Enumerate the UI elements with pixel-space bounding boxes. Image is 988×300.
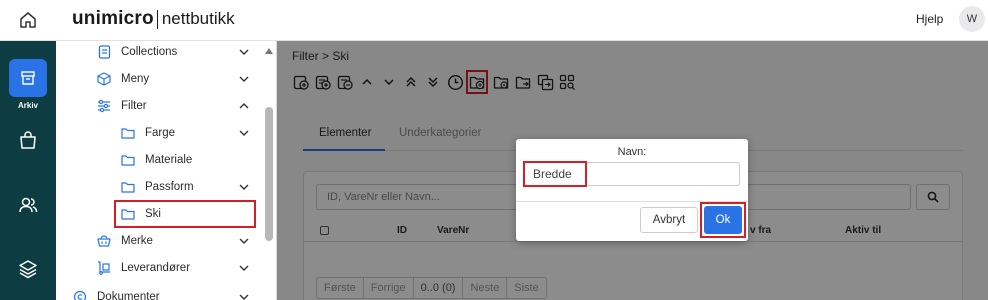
sidebar-item-merke[interactable]: Merke <box>96 230 153 252</box>
users-icon <box>19 197 38 213</box>
document-icon <box>96 44 112 60</box>
sidebar-item-materiale[interactable]: Materiale <box>120 149 192 171</box>
chevron-down-icon[interactable] <box>238 181 250 193</box>
sidebar-item-label: Farge <box>145 127 176 139</box>
sliders-icon <box>96 98 112 114</box>
sidebar-item-dokumenter[interactable]: Dokumenter <box>72 286 160 300</box>
sidebar-item-label: Merke <box>121 235 153 247</box>
sidebar-tree: Collections Meny Filter Farge Materiale … <box>56 41 277 300</box>
chevron-down-icon[interactable] <box>238 262 250 274</box>
rail-item-arkiv[interactable]: Arkiv <box>0 59 56 110</box>
shopping-bag-icon <box>20 131 36 149</box>
sidebar-item-label: Meny <box>121 73 150 85</box>
logo-sub-text: nettbutikk <box>161 9 235 28</box>
sidebar-item-label: Passform <box>145 181 194 193</box>
chevron-down-icon[interactable] <box>238 73 250 85</box>
folder-icon <box>120 179 136 195</box>
logo-main-text: unimicro <box>72 8 154 29</box>
new-folder-dialog: Navn: Bredde Avbryt Ok <box>516 139 748 241</box>
name-field-label: Navn: <box>617 146 647 158</box>
sidebar-item-farge[interactable]: Farge <box>120 122 175 144</box>
home-icon <box>20 12 36 28</box>
copyright-icon <box>72 289 88 300</box>
cancel-button[interactable]: Avbryt <box>640 207 698 233</box>
sidebar-item-label: Leverandører <box>121 262 191 274</box>
scroll-up-icon[interactable] <box>264 46 274 56</box>
main-nav-rail: Arkiv <box>0 41 56 300</box>
rail-item-label: Arkiv <box>17 101 38 110</box>
layers-icon <box>19 260 37 279</box>
archive-icon <box>21 71 35 85</box>
chevron-down-icon[interactable] <box>238 291 250 300</box>
rail-item-users[interactable] <box>0 194 56 216</box>
home-button[interactable] <box>15 7 41 33</box>
sidebar-item-label: Collections <box>121 46 178 58</box>
sidebar-item-meny[interactable]: Meny <box>96 68 149 90</box>
chevron-down-icon[interactable] <box>238 46 250 58</box>
scrollbar-thumb[interactable] <box>265 107 273 241</box>
rail-item-layers[interactable] <box>0 258 56 280</box>
chevron-up-icon[interactable] <box>238 100 250 112</box>
rail-active-indicator <box>9 59 47 97</box>
top-bar: unimicro nettbutikk Hjelp W <box>0 0 988 41</box>
rail-item-shop[interactable] <box>0 129 56 151</box>
sidebar-item-label: Materiale <box>145 154 193 166</box>
ski-highlight-box <box>114 200 256 228</box>
cube-icon <box>96 71 112 87</box>
app-logo[interactable]: unimicro nettbutikk <box>72 8 235 30</box>
folder-icon <box>120 125 136 141</box>
hand-truck-icon <box>96 260 112 276</box>
user-avatar[interactable]: W <box>959 6 985 32</box>
basket-icon <box>96 233 112 249</box>
sidebar-item-label: Dokumenter <box>97 291 160 300</box>
sidebar-item-leverandorer[interactable]: Leverandører <box>96 257 190 279</box>
logo-separator <box>156 9 158 29</box>
chevron-down-icon[interactable] <box>238 235 250 247</box>
folder-icon <box>120 152 136 168</box>
sidebar-item-filter[interactable]: Filter <box>96 95 147 117</box>
sidebar-item-passform[interactable]: Passform <box>120 176 194 198</box>
chevron-down-icon[interactable] <box>238 127 250 139</box>
ok-button-highlight-box <box>700 202 746 238</box>
sidebar-item-collections[interactable]: Collections <box>96 41 177 63</box>
help-link[interactable]: Hjelp <box>916 12 943 26</box>
sidebar-item-label: Filter <box>121 100 147 112</box>
name-input-highlight-box <box>523 161 587 187</box>
